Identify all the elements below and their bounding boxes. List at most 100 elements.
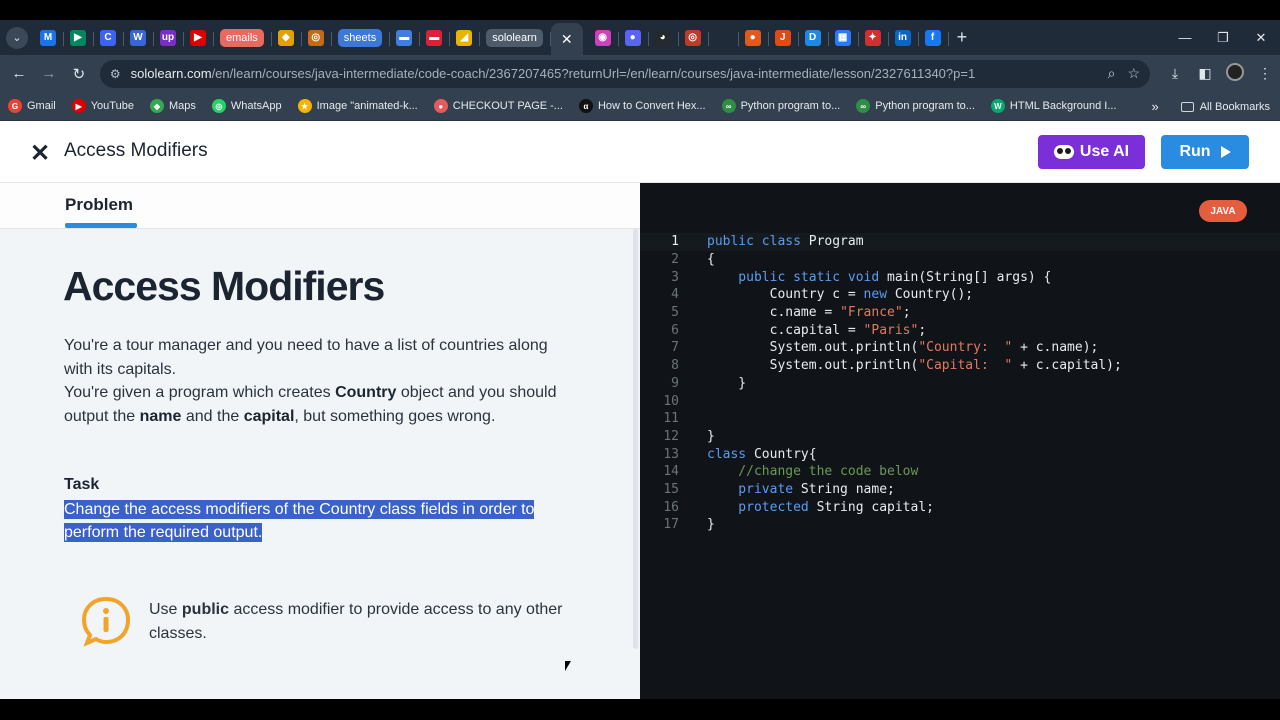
bookmark-item[interactable]: ∞ Python program to... <box>721 99 840 113</box>
tab-active[interactable]: ✕ <box>550 23 583 56</box>
tab-in[interactable]: in <box>889 24 919 52</box>
profile-avatar[interactable] <box>1220 63 1250 84</box>
reload-icon[interactable]: ↻ <box>64 65 94 83</box>
code-editor[interactable]: JAVA 1 public class Program 2{3 public sta… <box>640 183 1280 699</box>
tab-spinner[interactable]: ◉ <box>589 24 619 52</box>
code-area[interactable]: 1 public class Program 2{3 public static v… <box>640 233 1280 534</box>
code-line[interactable]: 1 public class Program <box>640 233 1280 251</box>
code-line[interactable]: 2{ <box>640 251 1280 269</box>
code-line[interactable]: 14 //change the code below <box>640 463 1280 481</box>
code-line[interactable]: 12} <box>640 428 1280 446</box>
zoom-icon[interactable]: ⌕ <box>1108 65 1116 82</box>
tab-play[interactable]: ▶ <box>64 24 94 52</box>
tab-list: M ▶ C Wup ▶ emails ◆ ◎ sheets ▬ ▬ ◢ sololearn <box>34 24 551 52</box>
tab-d[interactable]: D <box>799 24 829 52</box>
tab-c[interactable]: C <box>94 24 124 52</box>
close-icon[interactable]: ✕ <box>30 139 50 168</box>
code-line[interactable]: 11 <box>640 410 1280 428</box>
code-line[interactable]: 17} <box>640 516 1280 534</box>
tab-red[interactable]: ▬ <box>420 24 451 52</box>
tab-target[interactable]: ◎ <box>679 24 709 52</box>
download-icon[interactable]: ⤓ <box>1160 65 1190 82</box>
side-panel-icon[interactable]: ◧ <box>1190 65 1220 82</box>
tab-calendar[interactable]: ▦ <box>829 24 859 52</box>
tab-active-indicator <box>65 223 137 228</box>
tab-flame[interactable]: ✦ <box>859 24 889 52</box>
new-tab-icon[interactable]: + <box>957 27 968 48</box>
tab-problem[interactable]: Problem <box>65 195 133 215</box>
tab-blank[interactable] <box>709 24 739 52</box>
tab-drive[interactable]: ◢ <box>450 24 481 52</box>
bookmark-favicon-icon: α <box>578 99 593 113</box>
bookmark-label: Image "animated-k... <box>316 100 418 112</box>
play-icon <box>1220 146 1231 158</box>
tab-j[interactable]: J <box>769 24 799 52</box>
bookmark-item[interactable]: ● CHECKOUT PAGE -... <box>433 99 563 113</box>
problem-heading: Access Modifiers <box>63 263 385 309</box>
bookmark-item[interactable]: ∞ Python program to... <box>856 99 975 113</box>
all-bookmarks-link[interactable]: All Bookmarks <box>1200 101 1270 113</box>
more-bookmarks-icon[interactable]: » <box>1151 99 1158 114</box>
favicon-icon: D <box>804 29 821 46</box>
window-controls: — ❐ ✕ <box>1166 20 1280 55</box>
code-line[interactable]: 4 Country c = new Country(); <box>640 286 1280 304</box>
restore-icon[interactable]: ❐ <box>1204 30 1242 46</box>
bookmark-item[interactable]: W HTML Background I... <box>990 99 1117 113</box>
back-icon[interactable]: ← <box>4 65 34 82</box>
code-line[interactable]: 9 } <box>640 375 1280 393</box>
tab-sheets[interactable]: sheets <box>332 24 391 52</box>
scrollbar[interactable] <box>633 229 638 649</box>
line-number: 10 <box>663 393 679 409</box>
tab-facebook[interactable]: f <box>919 24 949 52</box>
language-badge: JAVA <box>1199 200 1247 222</box>
bookmark-star-icon[interactable]: ☆ <box>1127 65 1140 82</box>
tab-search-icon[interactable]: ⌄ <box>6 26 28 49</box>
forward-icon[interactable]: → <box>34 65 64 82</box>
tab-pin[interactable]: ◆ <box>272 24 302 52</box>
tab-youtube[interactable]: ▶ <box>184 24 214 52</box>
bookmark-item[interactable]: ◎ WhatsApp <box>211 99 282 113</box>
favicon-icon: ◎ <box>684 29 701 46</box>
bookmark-favicon-icon: G <box>8 99 22 113</box>
run-button[interactable]: Run <box>1161 135 1249 169</box>
tab-github[interactable]: ◕ <box>649 24 679 52</box>
bookmark-item[interactable]: G Gmail <box>8 99 56 113</box>
code-line[interactable]: 8 System.out.println("Capital: " + c.cap… <box>640 357 1280 375</box>
minimize-icon[interactable]: — <box>1166 30 1204 45</box>
tab-w[interactable]: W <box>124 24 154 52</box>
code-line[interactable]: 5 c.name = "France"; <box>640 304 1280 322</box>
favicon-icon: J <box>774 29 791 46</box>
site-info-icon[interactable]: ⚙ <box>110 67 121 81</box>
tab-o[interactable]: ◎ <box>302 24 332 52</box>
tab-up[interactable]: up <box>154 24 184 52</box>
bookmark-label: Python program to... <box>875 100 975 112</box>
code-line[interactable]: 7 System.out.println("Country: " + c.nam… <box>640 339 1280 357</box>
tab-gmail[interactable]: M <box>34 24 64 52</box>
bookmark-item[interactable]: ◆ Maps <box>149 99 196 113</box>
code-line[interactable]: 13 class Country{ <box>640 445 1280 463</box>
bookmark-item[interactable]: ▶ YouTube <box>71 99 134 113</box>
line-number: 1 <box>671 234 679 250</box>
close-window-icon[interactable]: ✕ <box>1242 30 1280 46</box>
use-ai-button[interactable]: Use AI <box>1038 135 1145 169</box>
tab-doc[interactable]: ▬ <box>390 24 421 52</box>
favicon-icon: ▶ <box>70 29 86 46</box>
tab-emails[interactable]: emails <box>214 24 272 52</box>
code-text: //change the code below <box>707 464 919 480</box>
tab-orange[interactable]: ● <box>739 24 769 52</box>
code-line[interactable]: 16 protected String capital; <box>640 498 1280 516</box>
url-input[interactable]: ⚙ sololearn.com/en/learn/courses/java-in… <box>99 59 1151 88</box>
code-text: public static void main(String[] args) { <box>707 269 1052 285</box>
tab-ring[interactable]: ● <box>619 24 649 52</box>
code-line[interactable]: 15 private String name; <box>640 481 1280 499</box>
code-line[interactable]: 10 <box>640 392 1280 410</box>
bookmark-item[interactable]: ★ Image "animated-k... <box>297 99 418 113</box>
bookmark-item[interactable]: α How to Convert Hex... <box>578 99 706 113</box>
tab-sololearn[interactable]: sololearn <box>480 24 551 52</box>
code-line[interactable]: 3 public static void main(String[] args)… <box>640 268 1280 286</box>
code-line[interactable]: 6 c.capital = "Paris"; <box>640 321 1280 339</box>
close-tab-icon[interactable]: ✕ <box>561 31 573 48</box>
problem-pane: Problem Access Modifiers You're a tour m… <box>0 183 640 699</box>
menu-icon[interactable]: ⋮ <box>1250 65 1280 82</box>
line-number: 8 <box>671 358 679 374</box>
